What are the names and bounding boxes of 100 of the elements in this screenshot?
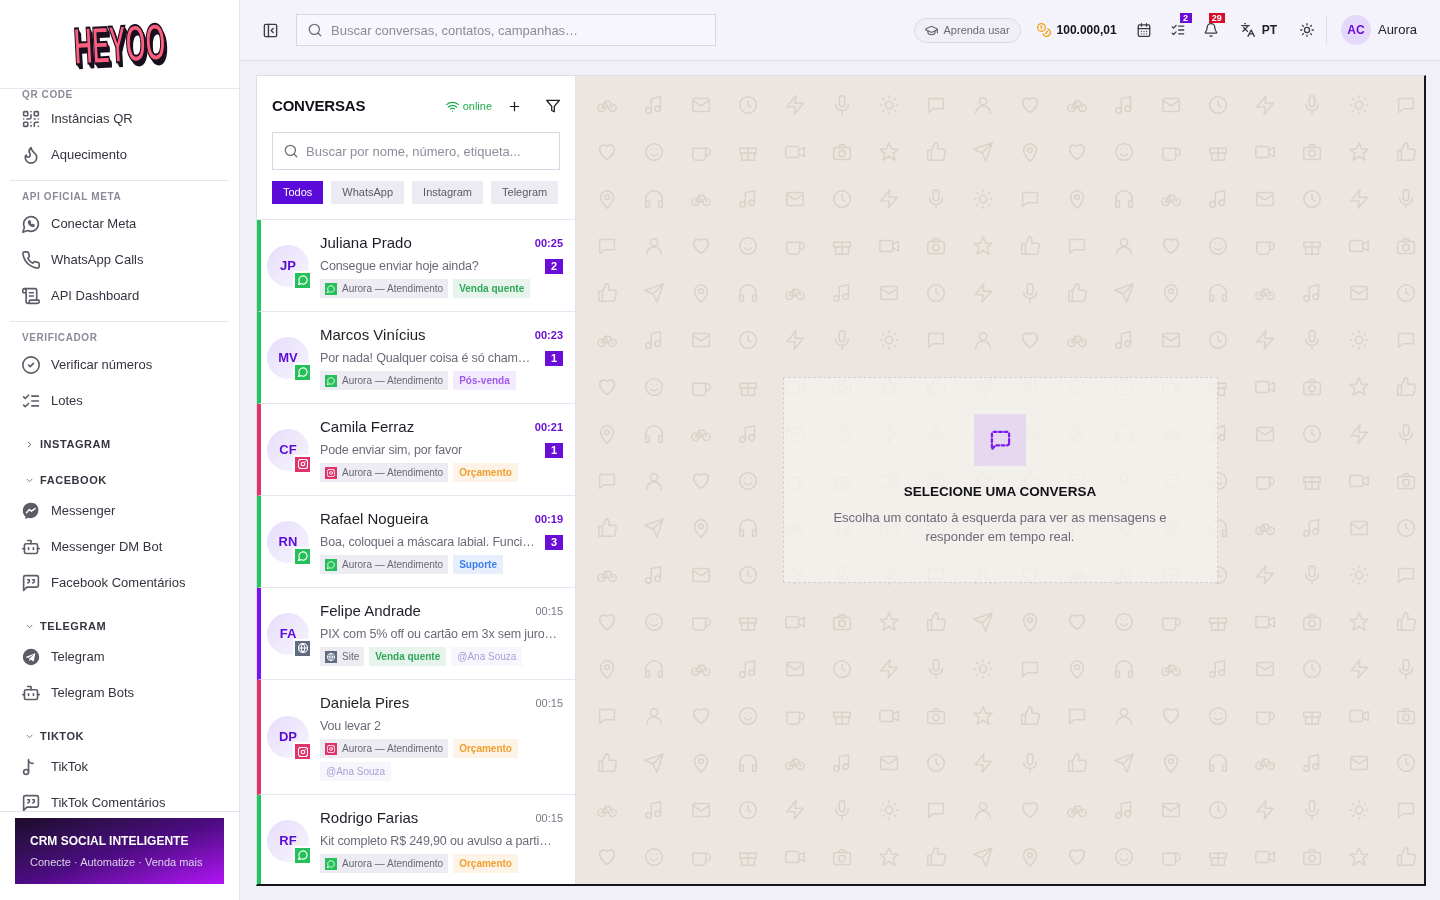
conversation-row[interactable]: DP Daniela Pires 00:15 Vou levar 2 Aurora — Atendimento Orçamento @Ana Souza — [257, 680, 575, 795]
nav-item[interactable]: Aquecimento — [10, 137, 229, 173]
search-field[interactable]: Buscar conversas, contatos, campanhas… — [296, 14, 716, 46]
label-tag: Orçamento — [453, 739, 518, 758]
filter-icon[interactable] — [546, 99, 560, 113]
camera-tag-icon — [325, 466, 337, 479]
robot-icon — [22, 684, 40, 702]
conversation-row[interactable]: MV Marcos Vinícius 00:23 Por nada! Qualquer coisa é só cham… 1 Aurora — Atendimento Pós-venda — [257, 312, 575, 404]
nav-item[interactable]: TikTok — [10, 749, 229, 785]
dashed-chat-icon — [974, 414, 1026, 466]
search-icon — [308, 23, 322, 37]
conversation-row[interactable]: RN Rafael Nogueira 00:19 Boa, coloquei a máscara labial. Funci… 3 Aurora — Atendimento Suporte — [257, 496, 575, 588]
connection-status: online — [462, 98, 492, 114]
nav-item[interactable]: TikTok Comentários — [10, 785, 229, 811]
plus-icon[interactable] — [508, 99, 521, 113]
empty-state-text: Escolha um contato à esquerda para ver as mensagens e responder em tempo real. — [832, 509, 1168, 546]
message-preview: Boa, coloquei a máscara labial. Funci… — [320, 534, 535, 551]
user-avatar[interactable]: AC — [1340, 15, 1371, 45]
graduation-cap-icon — [924, 23, 938, 37]
empty-state-title: SELECIONE UMA CONVERSA — [903, 483, 1097, 501]
channel-filter-tab[interactable]: Instagram — [412, 181, 484, 204]
nav-section-heading: QR CODE — [21, 89, 74, 100]
unread-count: 1 — [545, 350, 563, 366]
chat-bubble-badge-icon — [295, 272, 310, 288]
label-tag: Suporte — [453, 555, 503, 574]
user-name[interactable]: Aurora — [1377, 20, 1417, 40]
channel-filter-tab[interactable]: Todos — [272, 181, 324, 204]
contact-name: Daniela Pires — [320, 693, 410, 713]
nav-group-toggle[interactable]: TIKTOK — [10, 725, 85, 747]
chat-bubble-tag-icon — [325, 374, 337, 387]
nav-item[interactable]: Telegram — [10, 639, 229, 675]
nav-group-toggle[interactable]: INSTAGRAM — [10, 433, 111, 455]
checklist-icon[interactable] — [1170, 23, 1185, 37]
credit-balance: 100.000,01 — [1056, 22, 1117, 39]
notification-count-badge: 29 — [1208, 13, 1225, 23]
inbox-name: Aurora — Atendimento — [342, 374, 444, 388]
nav-item[interactable]: Verificar números — [10, 347, 229, 383]
message-preview: Vou levar 2 — [320, 718, 381, 735]
nav-group-toggle[interactable]: FACEBOOK — [10, 469, 107, 491]
unread-count: 1 — [545, 442, 563, 458]
nav-section-heading: API OFICIAL META — [21, 190, 123, 203]
conversation-row[interactable]: CF Camila Ferraz 00:21 Pode enviar sim, por favor 1 Aurora — Atendimento Orçamento — [257, 404, 575, 496]
sidebar-toggle-icon[interactable] — [263, 22, 278, 38]
nav-item[interactable]: API Dashboard — [10, 278, 229, 314]
search-icon — [284, 144, 298, 158]
message-preview: PIX com 5% off ou cartão em 3x sem juro… — [320, 626, 557, 643]
phone-icon — [22, 251, 40, 269]
calendar-icon[interactable] — [1136, 23, 1151, 37]
quote-chat-icon — [22, 794, 40, 811]
task-count-badge: 2 — [1179, 13, 1192, 23]
message-preview: Kit completo R$ 249,90 ou avulso a parti… — [320, 833, 552, 850]
nav-item[interactable]: Messenger — [10, 493, 229, 529]
chat-bubble-tag-icon — [325, 282, 337, 295]
message-time: 00:21 — [534, 419, 563, 435]
camera-badge-icon — [295, 456, 310, 472]
wifi-icon — [445, 99, 459, 113]
translate-icon — [1240, 23, 1255, 37]
channel-filter-tab[interactable]: WhatsApp — [331, 181, 405, 204]
nav-item[interactable]: Lotes — [10, 383, 229, 419]
nav-item[interactable]: WhatsApp Calls — [10, 242, 229, 278]
nav-item[interactable]: Messenger DM Bot — [10, 529, 229, 565]
mention-tag: @Ana Souza — [320, 762, 392, 781]
nav-section-heading: VERIFICADOR — [21, 331, 99, 344]
check-circle-icon — [22, 356, 40, 374]
contact-name: Rafael Nogueira — [320, 509, 429, 529]
message-time: 00:25 — [534, 235, 563, 251]
help-button[interactable]: Aprenda usar — [913, 17, 1021, 43]
message-time: 00:15 — [535, 603, 563, 619]
chat-bolt-icon — [22, 502, 40, 520]
label-tag: Pós-venda — [453, 371, 516, 390]
promo-subtitle: Conecte · Automatize · Venda mais — [30, 855, 204, 869]
chat-bubble-badge-icon — [295, 364, 310, 380]
message-preview: Pode enviar sim, por favor — [320, 442, 462, 459]
bell-icon[interactable] — [1203, 23, 1218, 37]
unread-count: 2 — [545, 258, 563, 274]
inbox-name: Site — [342, 650, 360, 664]
contact-name: Felipe Andrade — [320, 601, 421, 621]
nav-item[interactable]: Telegram Bots — [10, 675, 229, 711]
nav-group-toggle[interactable]: TELEGRAM — [10, 615, 107, 637]
chat-bubble-phone-icon — [22, 215, 40, 233]
label-tag: Orçamento — [453, 463, 518, 482]
inbox-name: Aurora — Atendimento — [342, 857, 444, 871]
chat-bubble-tag-icon — [325, 857, 337, 870]
conversation-row[interactable]: FA Felipe Andrade 00:15 PIX com 5% off ou cartão em 3x sem juro… Site Venda quente @Ana Souza — [257, 588, 575, 680]
search-field[interactable]: Buscar por nome, número, etiqueta... — [272, 132, 560, 170]
label-tag: Orçamento — [453, 854, 518, 873]
inbox-name: Aurora — Atendimento — [342, 282, 444, 296]
message-time: 00:15 — [535, 695, 563, 711]
nav-item[interactable]: Conectar Meta — [10, 206, 229, 242]
language-button[interactable]: PT — [1240, 21, 1277, 39]
chat-bubble-badge-icon — [295, 847, 310, 863]
conversation-row[interactable]: RF Rodrigo Farias 00:15 Kit completo R$ 249,90 ou avulso a parti… Aurora — Atendimento Orçamento — [257, 795, 575, 884]
nav-item[interactable]: Instâncias QR — [10, 101, 229, 137]
label-tag: Venda quente — [369, 647, 447, 666]
contact-name: Juliana Prado — [320, 233, 412, 253]
sun-icon[interactable] — [1299, 23, 1314, 37]
conversation-row[interactable]: JP Juliana Prado 00:25 Consegue enviar hoje ainda? 2 Aurora — Atendimento Venda quente — [257, 220, 575, 312]
inbox-name: Aurora — Atendimento — [342, 742, 444, 756]
channel-filter-tab[interactable]: Telegram — [491, 181, 559, 204]
nav-item[interactable]: Facebook Comentários — [10, 565, 229, 601]
